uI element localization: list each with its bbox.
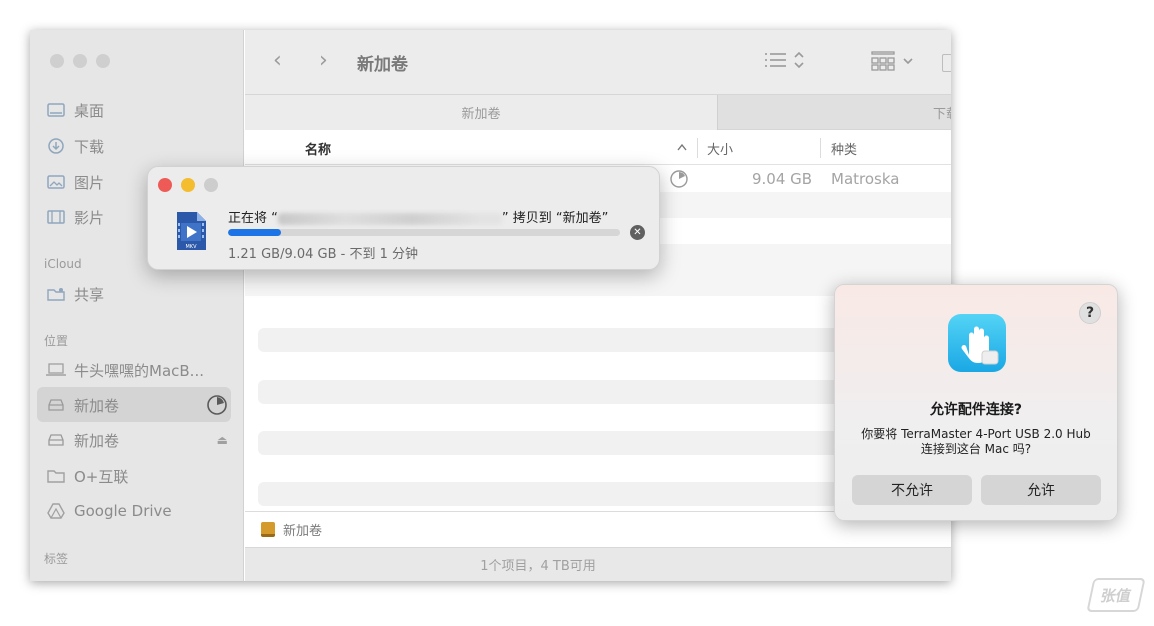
- sidebar-item-label: O+互联: [74, 467, 129, 486]
- zoom-window-button[interactable]: [204, 178, 218, 192]
- window-title: 新加卷: [357, 55, 408, 75]
- copy-progress-window: MKV 正在将 “ ” 拷贝到 “新加卷” ✕ 1.21 GB/9.04 GB -…: [147, 166, 660, 270]
- dialog-message: 你要将 TerraMaster 4-Port USB 2.0 Hub 连接到这台…: [849, 427, 1103, 457]
- copy-message-prefix: 正在将 “: [228, 211, 278, 226]
- shared-folder-icon: [46, 286, 66, 302]
- minimize-window-button[interactable]: [181, 178, 195, 192]
- folder-icon: [46, 468, 66, 484]
- eject-icon[interactable]: ⏏: [217, 433, 228, 447]
- dialog-title: 允许配件连接?: [929, 402, 1023, 418]
- tab-current-volume[interactable]: 新加卷: [245, 95, 718, 130]
- film-icon: [46, 209, 66, 225]
- sidebar-item-google-drive[interactable]: Google Drive: [46, 499, 172, 523]
- drive-icon: [46, 397, 66, 413]
- minimize-window-button[interactable]: [73, 54, 87, 68]
- column-size[interactable]: 大小: [707, 139, 733, 158]
- progress-pie-icon: [206, 394, 228, 420]
- sidebar-item-label: 桌面: [74, 101, 105, 120]
- copy-message-suffix: ” 拷贝到 “新加卷”: [501, 211, 609, 226]
- window-controls: [158, 178, 218, 192]
- drive-icon: [46, 432, 66, 448]
- sidebar-item-label: 新加卷: [74, 431, 120, 450]
- list-view-icon[interactable]: [764, 51, 806, 73]
- file-kind: Matroska: [831, 170, 900, 188]
- sidebar: 桌面 下载 图片 影片 iCloud 共享 位置 牛头嘿嘿的MacB... 新加…: [30, 30, 244, 581]
- copy-detail: 1.21 GB/9.04 GB - 不到 1 分钟: [228, 247, 419, 262]
- close-window-button[interactable]: [50, 54, 64, 68]
- forward-button[interactable]: ›: [319, 48, 328, 73]
- sidebar-item-volume-selected[interactable]: 新加卷: [46, 393, 228, 417]
- external-drive-icon: [261, 522, 275, 537]
- sidebar-heading-locations: 位置: [44, 334, 69, 348]
- close-window-button[interactable]: [158, 178, 172, 192]
- sidebar-heading-icloud: iCloud: [44, 257, 82, 271]
- sidebar-item-label: 共享: [74, 285, 105, 304]
- redacted-filename: [277, 212, 502, 225]
- file-type-label: MKV: [185, 244, 197, 250]
- share-icon[interactable]: [942, 54, 951, 72]
- sidebar-item-desktop[interactable]: 桌面: [46, 98, 104, 122]
- allow-button[interactable]: 允许: [981, 475, 1101, 505]
- copy-progress-fill: [228, 229, 281, 236]
- sidebar-item-label: 牛头嘿嘿的MacB...: [74, 361, 204, 380]
- sidebar-item-pictures[interactable]: 图片: [46, 170, 104, 194]
- copy-message: 正在将 “ ” 拷贝到 “新加卷”: [228, 207, 608, 226]
- laptop-icon: [46, 362, 66, 378]
- dialog-message-line: 你要将 TerraMaster 4-Port USB 2.0 Hub: [861, 427, 1091, 441]
- sidebar-item-macbook[interactable]: 牛头嘿嘿的MacB...: [46, 358, 204, 382]
- column-divider: [820, 138, 821, 158]
- group-view-icon[interactable]: [871, 51, 917, 75]
- mkv-file-icon: MKV: [175, 211, 207, 251]
- sidebar-item-label: 下载: [74, 137, 105, 156]
- sidebar-item-shared[interactable]: 共享: [46, 282, 104, 306]
- zoom-window-button[interactable]: [96, 54, 110, 68]
- sidebar-item-downloads[interactable]: 下载: [46, 134, 104, 158]
- google-drive-icon: [46, 503, 66, 519]
- finder-window: 桌面 下载 图片 影片 iCloud 共享 位置 牛头嘿嘿的MacB... 新加…: [30, 30, 951, 581]
- allow-accessory-dialog: ? 允许配件连接? 你要将 TerraMaster 4-Port USB 2.0…: [834, 284, 1118, 521]
- window-controls: [50, 54, 110, 68]
- photo-icon: [46, 174, 66, 190]
- file-size: 9.04 GB: [752, 170, 813, 188]
- cancel-copy-button[interactable]: ✕: [630, 225, 645, 240]
- watermark-text: 张值: [1098, 586, 1133, 605]
- sidebar-item-label: 影片: [74, 208, 105, 227]
- hand-stop-icon: [948, 314, 1006, 372]
- sidebar-item-label: Google Drive: [74, 502, 172, 520]
- desktop-icon: [46, 102, 66, 118]
- watermark-logo: 张值: [1086, 578, 1146, 612]
- column-header: 名称 大小 种类: [245, 130, 951, 165]
- sidebar-item-volume[interactable]: 新加卷 ⏏: [46, 428, 228, 452]
- sidebar-item-label: 新加卷: [74, 396, 120, 415]
- back-button[interactable]: ‹: [273, 48, 282, 73]
- progress-pie-icon: [669, 169, 689, 193]
- column-divider: [697, 138, 698, 158]
- sort-ascending-icon[interactable]: [677, 141, 687, 154]
- sidebar-item-label: 图片: [74, 173, 105, 192]
- tab-downloads[interactable]: 下载: [719, 95, 951, 130]
- toolbar: ‹ › 新加卷: [245, 30, 951, 94]
- column-name[interactable]: 名称: [305, 139, 331, 158]
- sidebar-heading-tags: 标签: [44, 552, 69, 566]
- column-kind[interactable]: 种类: [831, 139, 857, 158]
- sidebar-item-oplus[interactable]: O+互联: [46, 464, 128, 488]
- tab-bar: 新加卷 下载: [245, 94, 951, 130]
- help-button[interactable]: ?: [1079, 302, 1101, 324]
- sidebar-item-movies[interactable]: 影片: [46, 205, 104, 229]
- download-icon: [46, 138, 66, 154]
- path-label[interactable]: 新加卷: [283, 520, 322, 539]
- copy-progress-bar: [228, 229, 620, 236]
- dialog-message-line: 连接到这台 Mac 吗?: [920, 442, 1032, 456]
- deny-button[interactable]: 不允许: [852, 475, 972, 505]
- status-bar: 1个项目，4 TB可用: [245, 547, 951, 581]
